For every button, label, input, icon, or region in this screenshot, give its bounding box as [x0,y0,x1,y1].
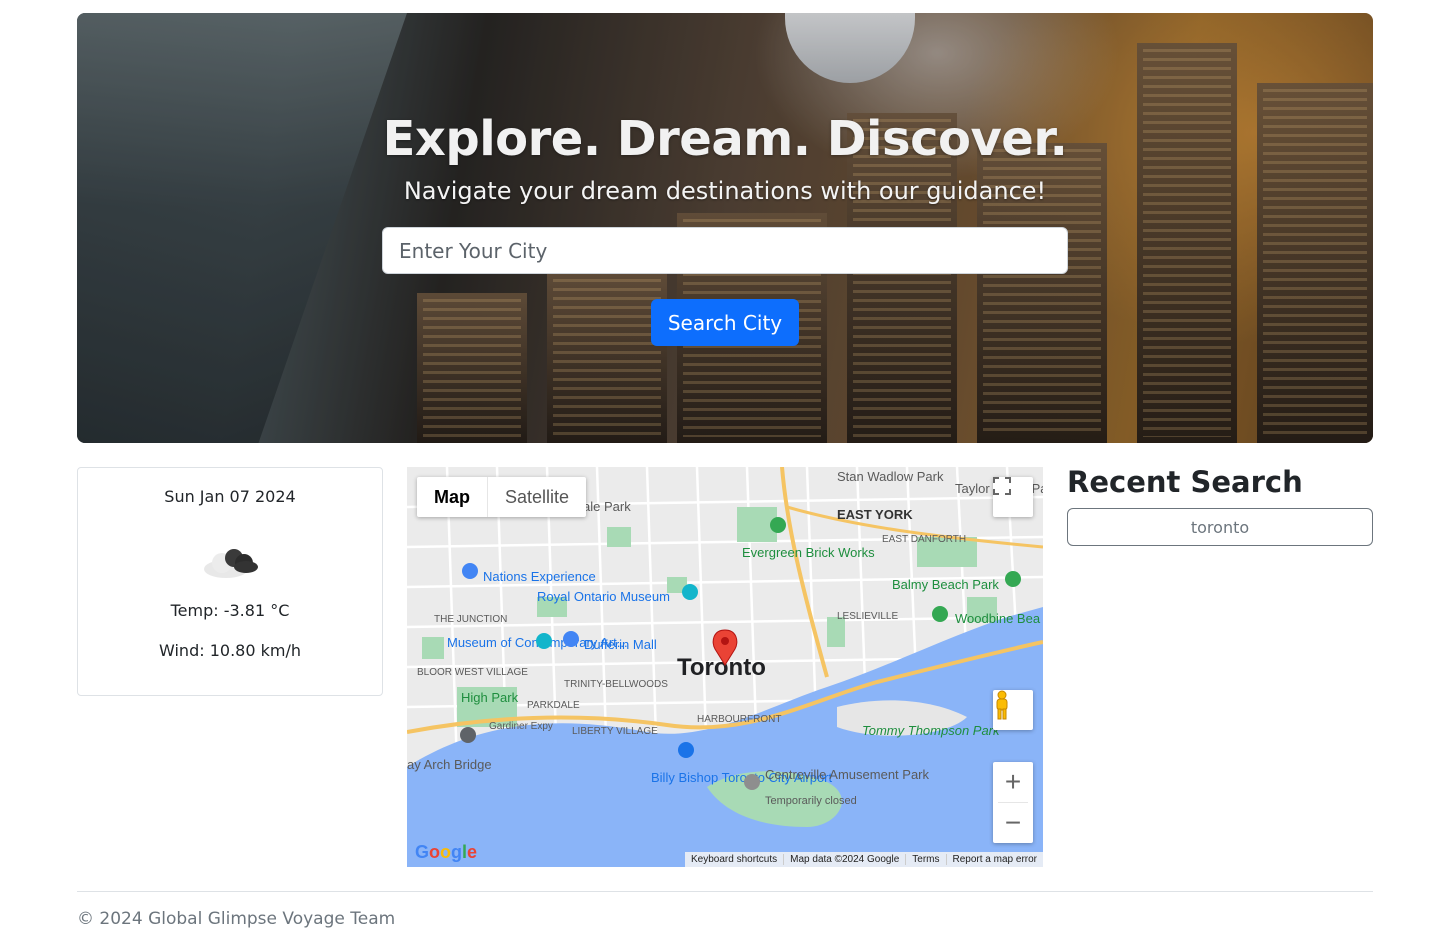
map-label: Balmy Beach Park [892,577,999,592]
hero-subtitle: Navigate your dream destinations with ou… [403,177,1047,205]
map-label: THE JUNCTION [434,614,507,625]
recent-search-item[interactable]: toronto [1067,508,1373,546]
map-label: TRINITY-BELLWOODS [564,679,668,690]
weather-temp: Temp: -3.81 °C [170,601,290,620]
google-logo[interactable]: Google [415,842,477,863]
map-label: PARKDALE [527,700,580,711]
hero-banner: Explore. Dream. Discover. Navigate your … [77,13,1373,443]
map-label: EAST YORK [837,507,913,522]
minus-icon: − [1004,807,1022,838]
map-label: ay Arch Bridge [407,757,492,772]
keyboard-shortcuts-link[interactable]: Keyboard shortcuts [685,854,783,865]
map-label: LESLIEVILLE [837,611,898,622]
city-search-input[interactable] [382,227,1068,274]
map-label: LIBERTY VILLAGE [572,726,658,737]
map-label: Royal Ontario Museum [537,589,670,604]
map-canvas[interactable]: Stan Wadlow Park Taylor Creek Park ale P… [407,467,1043,867]
street-view-pegman-button[interactable] [993,690,1033,730]
map-label: HARBOURFRONT [697,714,781,725]
footer-divider [77,891,1373,892]
zoom-in-button[interactable]: + [993,762,1033,802]
weather-wind: Wind: 10.80 km/h [159,641,301,660]
map-label: Gardiner Expy [489,721,553,732]
pegman-icon [996,690,1008,720]
map-label: Tommy Thompson Park [862,723,1001,738]
hero-title: Explore. Dream. Discover. [382,111,1068,167]
map-type-map-button[interactable]: Map [417,477,488,517]
map-attribution-bar: Keyboard shortcuts Map data ©2024 Google… [684,852,1043,867]
zoom-out-button[interactable]: − [993,803,1033,843]
map-type-satellite-button[interactable]: Satellite [488,477,586,517]
fullscreen-button[interactable] [993,477,1033,517]
map-label: EAST DANFORTH [882,534,966,545]
map-label: Temporarily closed [765,795,857,807]
footer-copyright: © 2024 Global Glimpse Voyage Team [77,909,396,929]
report-map-error-link[interactable]: Report a map error [945,854,1043,865]
plus-icon: + [1004,766,1022,797]
map-label: Woodbine Bea [955,611,1041,626]
map-data-text: Map data ©2024 Google [783,854,905,865]
search-city-button[interactable]: Search City [651,299,799,346]
fullscreen-icon [993,477,1011,495]
map-label: Nations Experience [483,569,596,584]
map-label: BLOOR WEST VILLAGE [417,667,528,678]
zoom-control: + − [993,762,1033,843]
weather-date: Sun Jan 07 2024 [164,487,296,506]
recent-search-title: Recent Search [1067,465,1303,499]
map-type-control: Map Satellite [417,477,587,517]
map-label: Evergreen Brick Works [742,545,875,560]
google-map[interactable]: Stan Wadlow Park Taylor Creek Park ale P… [407,467,1043,867]
map-label: ale Park [583,499,631,514]
map-label: High Park [461,690,519,705]
map-label: Dufferin Mall [584,637,657,652]
weather-card: Sun Jan 07 2024 Temp: -3.81 °C Wind: 10.… [77,467,383,696]
terms-link[interactable]: Terms [905,854,945,865]
cloud-icon [204,549,258,578]
map-label: Centreville Amusement Park [765,767,930,782]
map-label: Stan Wadlow Park [837,469,944,484]
